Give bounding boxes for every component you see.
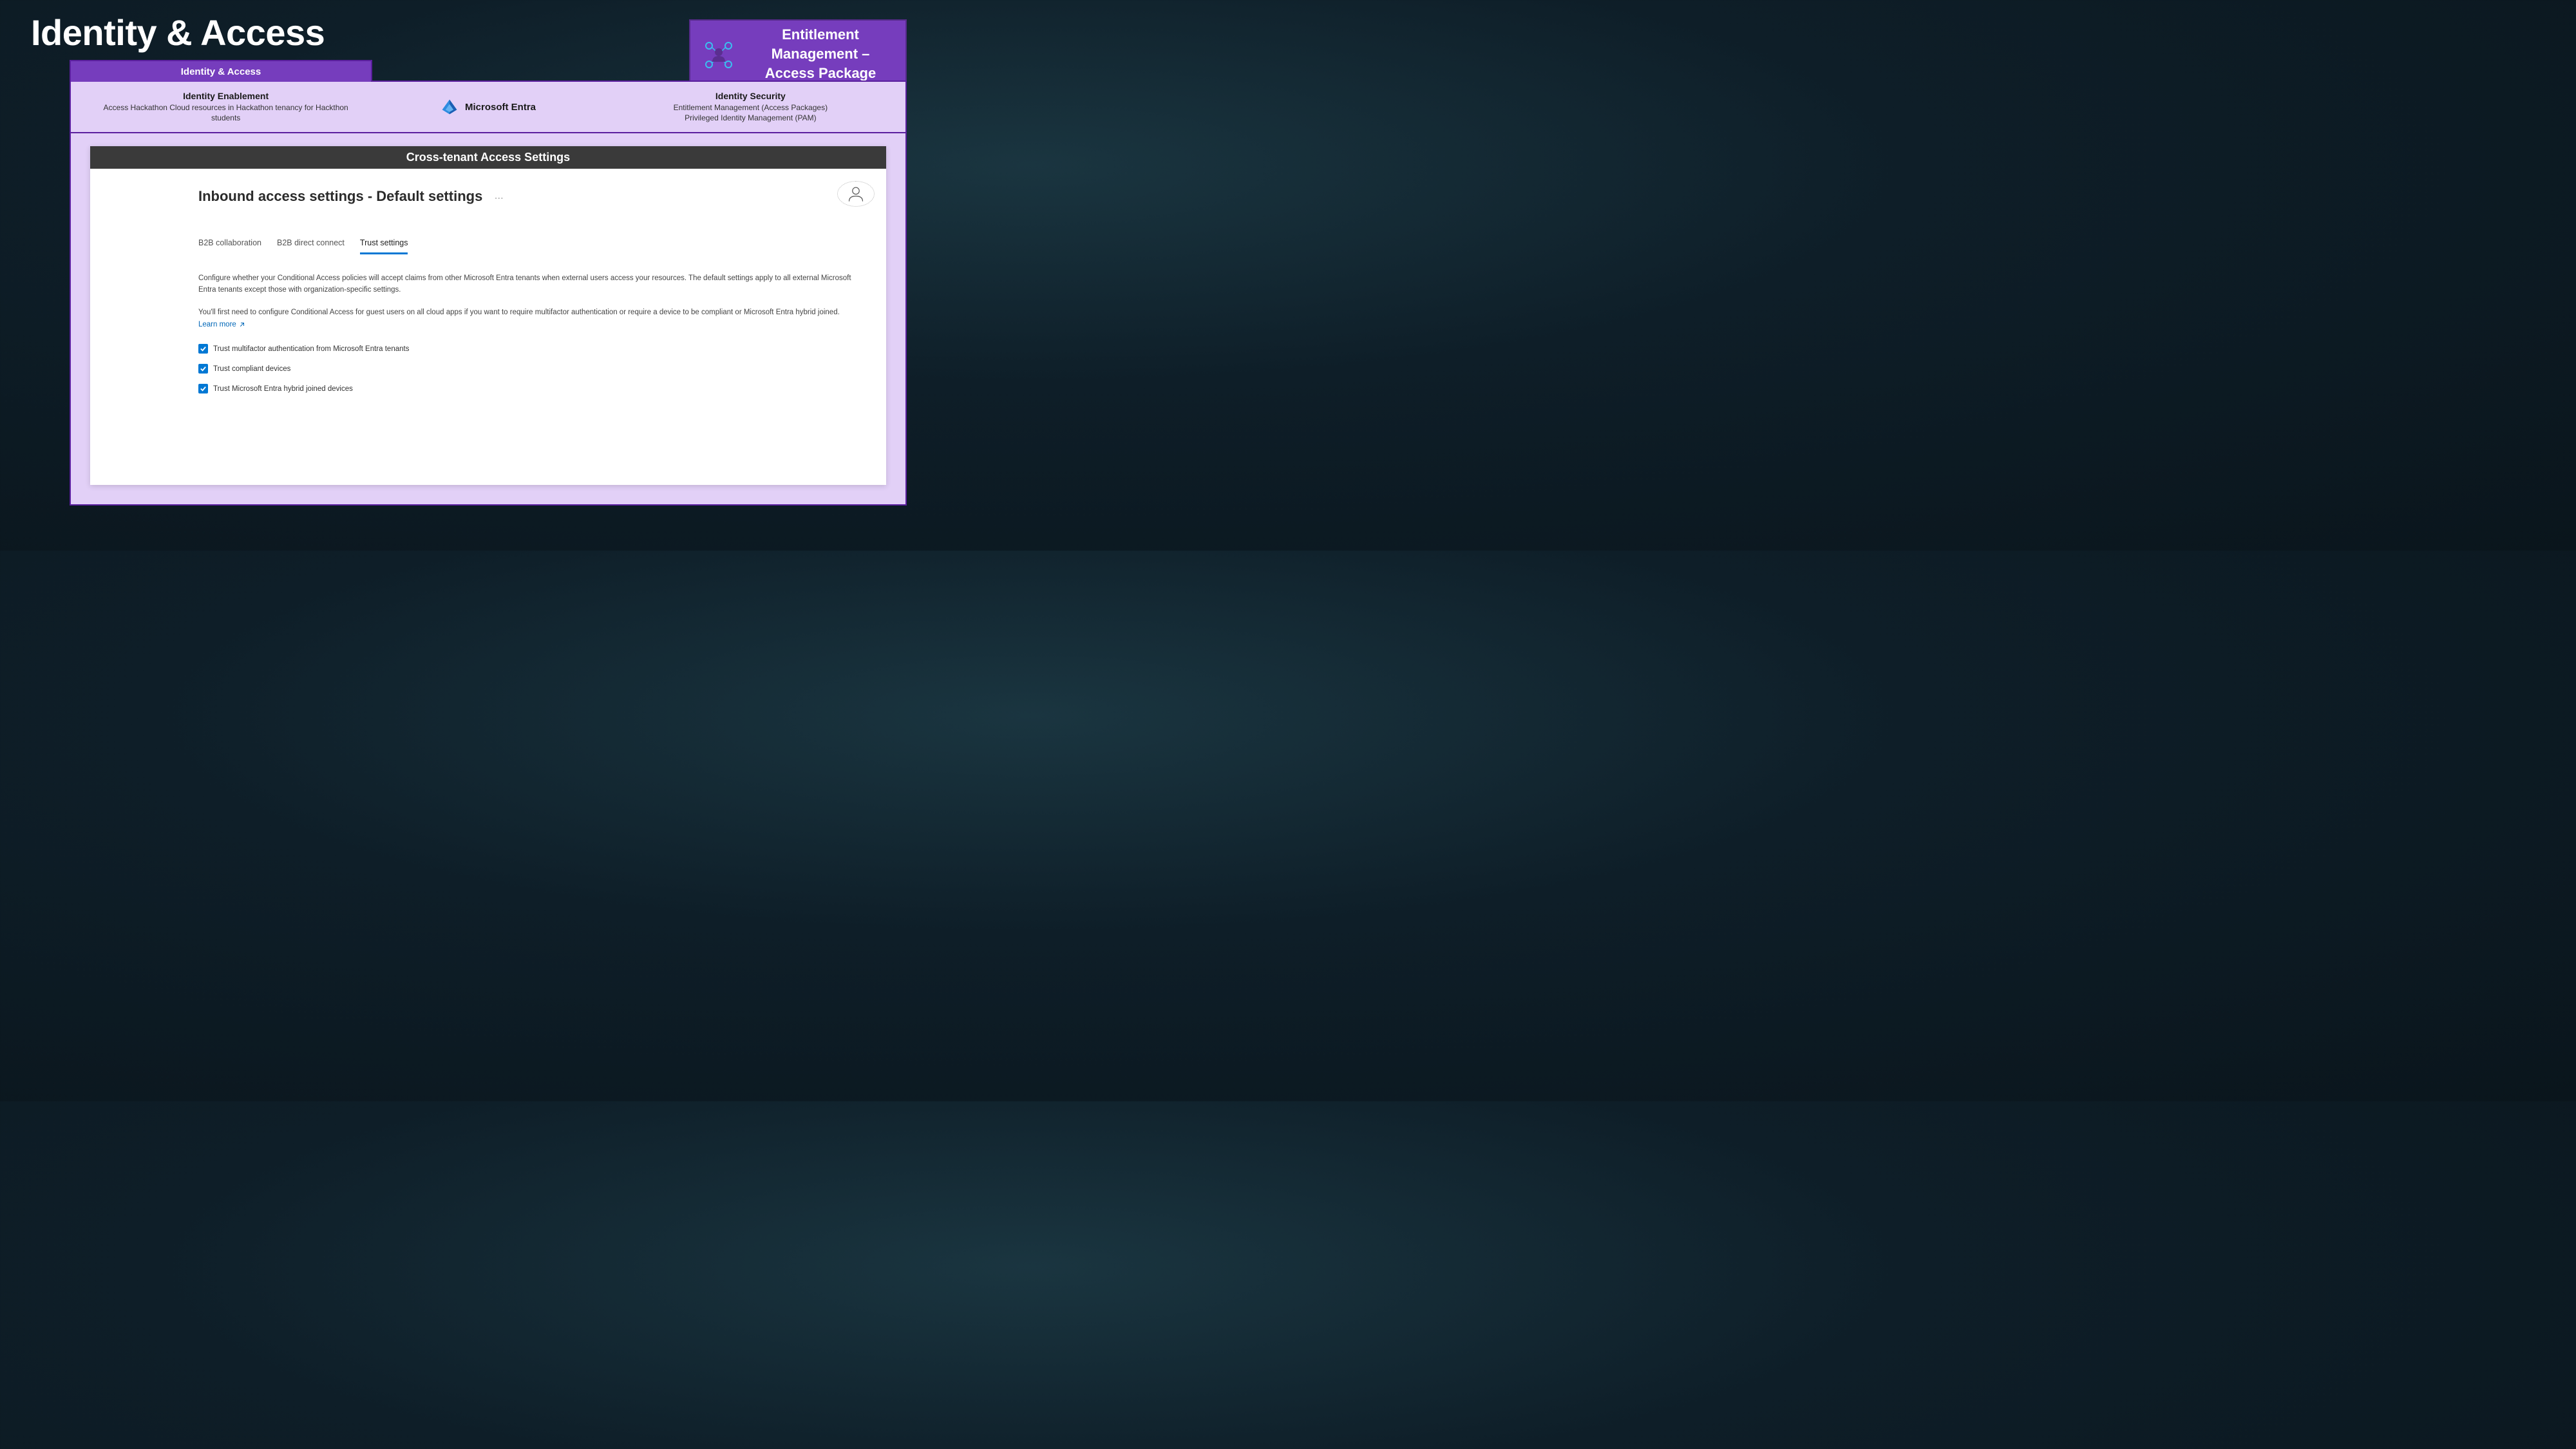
- info-identity-enablement: Identity Enablement Access Hackathon Clo…: [97, 91, 355, 123]
- page-heading: Inbound access settings - Default settin…: [198, 188, 482, 204]
- more-icon[interactable]: ⋯: [495, 193, 504, 203]
- tab-trust-settings[interactable]: Trust settings: [360, 238, 408, 254]
- screenshot-area: Cross-tenant Access Settings Inbound acc…: [90, 146, 886, 485]
- tab-row: Identity & Access: [71, 60, 905, 82]
- inner-tabs: B2B collaboration B2B direct connect Tru…: [198, 238, 886, 254]
- checkbox-icon: [198, 364, 208, 374]
- description-1: Configure whether your Conditional Acces…: [198, 272, 855, 296]
- info-strip: Identity Enablement Access Hackathon Clo…: [71, 82, 905, 133]
- avatar[interactable]: [837, 181, 875, 207]
- check-label: Trust Microsoft Entra hybrid joined devi…: [213, 385, 353, 393]
- trust-checkboxes: Trust multifactor authentication from Mi…: [198, 344, 886, 393]
- user-icon: [847, 185, 865, 203]
- page-content: Inbound access settings - Default settin…: [90, 169, 886, 393]
- entra-icon: [440, 98, 459, 116]
- info-identity-security: Identity Security Entitlement Management…: [621, 91, 880, 123]
- info-product: Microsoft Entra: [359, 98, 617, 116]
- tab-b2b-direct-connect[interactable]: B2B direct connect: [277, 238, 345, 254]
- slide-title: Identity & Access: [31, 12, 325, 53]
- check-trust-hybrid[interactable]: Trust Microsoft Entra hybrid joined devi…: [198, 384, 886, 393]
- section-title: Cross-tenant Access Settings: [90, 146, 886, 169]
- check-trust-mfa[interactable]: Trust multifactor authentication from Mi…: [198, 344, 886, 354]
- check-label: Trust multifactor authentication from Mi…: [213, 345, 409, 353]
- check-trust-compliant[interactable]: Trust compliant devices: [198, 364, 886, 374]
- main-panel: Identity & Access Identity Enablement Ac…: [70, 80, 907, 506]
- tab-b2b-collaboration[interactable]: B2B collaboration: [198, 238, 261, 254]
- description-2: You'll first need to configure Condition…: [198, 307, 855, 318]
- learn-more-link[interactable]: Learn more: [198, 321, 245, 328]
- tab-identity-access[interactable]: Identity & Access: [70, 60, 372, 82]
- checkbox-icon: [198, 384, 208, 393]
- check-label: Trust compliant devices: [213, 365, 290, 373]
- checkbox-icon: [198, 344, 208, 354]
- external-link-icon: [239, 322, 245, 328]
